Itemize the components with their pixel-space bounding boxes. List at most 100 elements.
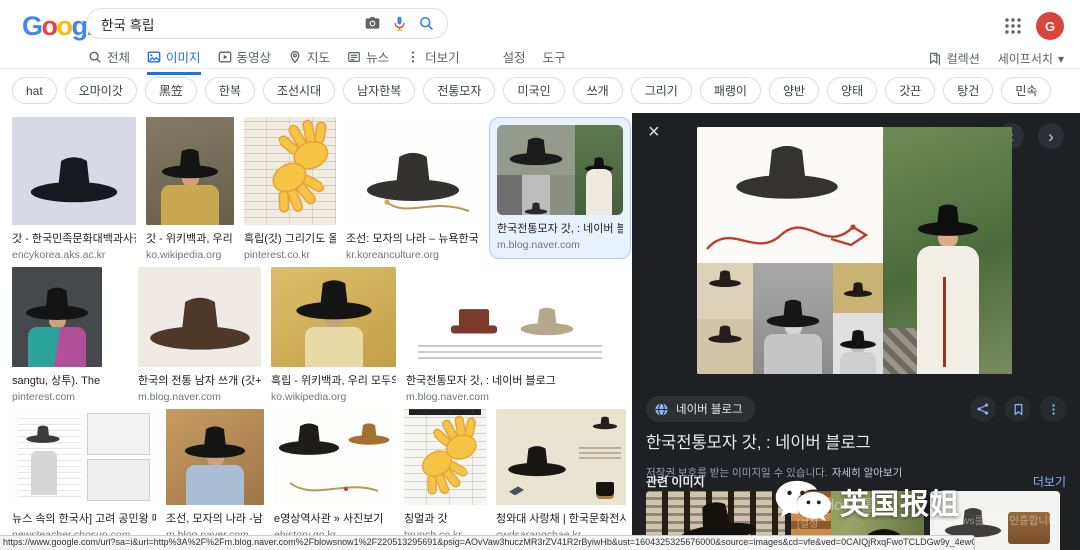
filter-chip[interactable]: 미국인 (503, 77, 565, 104)
tab-label: 뉴스 (366, 51, 390, 65)
filter-chip[interactable]: 그리기 (630, 77, 692, 104)
google-logo-letter: o (56, 11, 74, 41)
save-button[interactable] (1005, 396, 1031, 422)
close-icon[interactable]: × (648, 122, 660, 142)
result-item[interactable]: 한국전통모자 갓, : 네이버 블로그 m.blog.naver.com (406, 267, 614, 403)
collections-button[interactable]: 컬렉션 (928, 50, 980, 67)
tab-전체[interactable]: 전체 (88, 47, 130, 72)
gat-hat-icon (278, 423, 340, 455)
result-thumbnail[interactable] (404, 409, 486, 505)
collections-icon (929, 52, 940, 65)
filter-chip[interactable]: 쓰개 (572, 77, 623, 104)
result-title[interactable]: 흑립(갓) 그리기도 올려... (244, 230, 336, 246)
result-item-selected[interactable]: 한국전통모자 갓, : 네이버 블로그 m.blog.naver.com (489, 117, 631, 259)
result-title[interactable]: e영상역사관 » 사진보기 (274, 510, 394, 526)
share-button[interactable] (970, 396, 996, 422)
hat-string (289, 482, 379, 492)
result-thumbnail[interactable] (271, 267, 396, 367)
result-title[interactable]: 조선, 모자의 나라 -남성편- : 네... (166, 510, 264, 526)
result-item[interactable]: 흑립(갓) 그리기도 올려... pinterest.co.kr (244, 117, 336, 261)
account-avatar[interactable]: G (1036, 12, 1064, 40)
preview-image[interactable] (697, 127, 1012, 374)
result-item[interactable]: 칭멀과 갓brunch.co.kr (404, 409, 486, 541)
tools-link[interactable]: 도구 (543, 47, 566, 72)
filter-chip[interactable]: 전통모자 (423, 77, 496, 104)
result-thumbnail[interactable] (166, 409, 264, 505)
filter-chip[interactable]: 양반 (768, 77, 820, 104)
result-item[interactable]: 청와대 사랑채 | 한국문화전시실 > 한국...cwdsarangchae.k… (496, 409, 626, 541)
result-item[interactable]: 갓 - 위키백과, 우리 모두의 ... ko.wikipedia.org (146, 117, 234, 261)
preview-title[interactable]: 한국전통모자 갓, : 네이버 블로그 (646, 429, 871, 453)
result-thumbnail[interactable] (406, 267, 614, 367)
tab-label: 이미지 (166, 51, 201, 65)
filter-chip[interactable]: 조선시대 (262, 77, 336, 104)
result-item[interactable]: 뉴스 속의 한국사] 고려 공민왕 때부터 관...newsteacher.ch… (12, 409, 156, 541)
google-logo-letter: G (22, 11, 43, 41)
see-more-link[interactable]: 더보기 (1033, 473, 1066, 490)
search-box[interactable] (86, 8, 448, 39)
safesearch-dropdown[interactable]: 세이프서치 ▾ (998, 50, 1064, 67)
source-chip[interactable]: 네이버 블로그 (646, 396, 755, 422)
next-image-button[interactable]: › (1038, 123, 1064, 149)
result-domain: m.blog.naver.com (406, 391, 489, 403)
mic-icon[interactable] (391, 15, 408, 32)
result-title[interactable]: 흑립 - 위키백과, 우리 모두의 백과사전 (271, 372, 396, 388)
result-item[interactable]: 갓 - 한국민족문화대백과사전 encykorea.aks.ac.kr (12, 117, 136, 261)
search-input[interactable] (99, 15, 354, 32)
result-item[interactable]: 조선, 모자의 나라 -남성편- : 네...m.blog.naver.com (166, 409, 264, 541)
result-thumbnail[interactable] (244, 117, 336, 225)
filter-chip[interactable]: 黑笠 (144, 77, 197, 104)
apps-grid-icon[interactable] (1004, 17, 1022, 35)
result-title[interactable]: 갓 - 한국민족문화대백과사전 (12, 230, 136, 246)
result-title[interactable]: 한국전통모자 갓, : 네이버 블로그 (406, 372, 614, 388)
result-title[interactable]: 한국전통모자 갓, : 네이버 블로그 (497, 220, 623, 236)
result-thumbnail[interactable] (12, 117, 136, 225)
result-caption: 갓 - 한국민족문화대백과사전 encykorea.aks.ac.kr (12, 225, 136, 261)
filter-chip[interactable]: 갓끈 (885, 77, 936, 104)
gat-hat-icon (295, 280, 372, 320)
result-thumbnail[interactable] (146, 117, 234, 225)
camera-search-icon[interactable] (364, 15, 381, 32)
result-thumbnail[interactable] (12, 409, 156, 505)
result-item[interactable]: 흑립 - 위키백과, 우리 모두의 백과사전 ko.wikipedia.org (271, 267, 396, 403)
result-thumbnail[interactable] (346, 117, 479, 225)
tab-동영상[interactable]: 동영상 (218, 47, 271, 72)
settings-link[interactable]: 설정 (503, 47, 526, 72)
result-thumbnail[interactable] (274, 409, 394, 505)
stone-wall (883, 328, 917, 374)
filter-chip[interactable]: hat (12, 77, 57, 104)
more-options-button[interactable] (1040, 396, 1066, 422)
result-item[interactable]: sangtu, 상투). The black gat (heu... pinter… (12, 267, 102, 403)
result-caption: 한국전통모자 갓, : 네이버 블로그 m.blog.naver.com (406, 367, 614, 403)
search-icon[interactable] (418, 15, 435, 32)
result-item[interactable]: 한국의 전통 남자 쓰개 (갓+갓끈+초립+... m.blog.naver.co… (138, 267, 261, 403)
results-grid: 갓 - 한국민족문화대백과사전 encykorea.aks.ac.kr 갓 - 위키… (0, 113, 632, 550)
tab-지도[interactable]: 지도 (288, 47, 330, 72)
result-title[interactable]: 뉴스 속의 한국사] 고려 공민왕 때부터 관... (12, 510, 156, 526)
video-tab-icon (218, 51, 231, 62)
result-item[interactable]: 조선: 모자의 나라 – 뉴욕한국문화원 kr.koreanculture.org (346, 117, 479, 261)
result-title[interactable]: 갓 - 위키백과, 우리 모두의 ... (146, 230, 234, 246)
result-thumbnail[interactable] (497, 125, 623, 215)
tab-뉴스[interactable]: 뉴스 (347, 47, 389, 72)
filter-chip[interactable]: 오마이갓 (64, 77, 137, 104)
result-title[interactable]: 청와대 사랑채 | 한국문화전시실 > 한국... (496, 510, 626, 526)
filter-chip[interactable]: 민속 (1001, 77, 1052, 104)
result-caption: 한국전통모자 갓, : 네이버 블로그 m.blog.naver.com (497, 215, 623, 251)
result-thumbnail[interactable] (12, 267, 102, 367)
filter-chip[interactable]: 한복 (204, 77, 255, 104)
result-title[interactable]: 한국의 전통 남자 쓰개 (갓+갓끈+초립+... (138, 372, 261, 388)
filter-chip[interactable]: 탕건 (943, 77, 994, 104)
tab-이미지[interactable]: 이미지 (147, 47, 201, 75)
filter-chip[interactable]: 남자한복 (343, 77, 416, 104)
result-item[interactable]: e영상역사관 » 사진보기ehistory.go.kr (274, 409, 394, 541)
results-row: 갓 - 한국민족문화대백과사전 encykorea.aks.ac.kr 갓 - 위키… (12, 117, 632, 261)
result-title[interactable]: 조선: 모자의 나라 – 뉴욕한국문화원 (346, 230, 479, 246)
result-title[interactable]: 칭멀과 갓 (404, 510, 486, 526)
tab-더보기[interactable]: 더보기 (406, 47, 460, 72)
filter-chip[interactable]: 패랭이 (699, 77, 761, 104)
result-thumbnail[interactable] (496, 409, 626, 505)
result-title[interactable]: sangtu, 상투). The black gat (heu... (12, 372, 102, 388)
filter-chip[interactable]: 양태 (827, 77, 878, 104)
result-thumbnail[interactable] (138, 267, 261, 367)
